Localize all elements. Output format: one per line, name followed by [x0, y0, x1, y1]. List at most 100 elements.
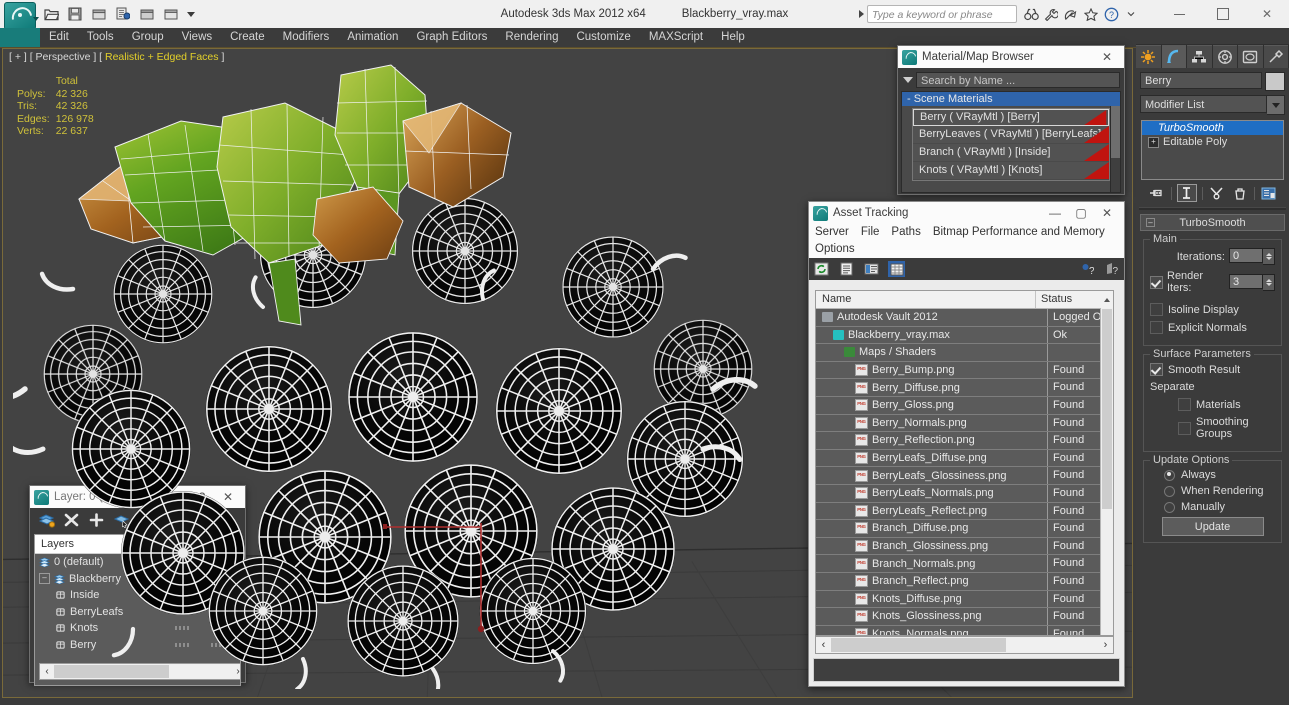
- search-input[interactable]: Type a keyword or phrase: [867, 5, 1017, 23]
- table-row[interactable]: Knots_Diffuse.pngFound: [816, 590, 1113, 609]
- hierarchy-tab[interactable]: [1187, 45, 1212, 68]
- column-header-status[interactable]: Status: [1036, 291, 1101, 308]
- max-application-logo-icon[interactable]: [4, 2, 37, 32]
- table-row[interactable]: Berry_Bump.pngFound: [816, 361, 1113, 380]
- list-view-icon[interactable]: [838, 261, 855, 277]
- undo-icon[interactable]: [88, 3, 110, 25]
- table-row[interactable]: Knots_Glossiness.pngFound: [816, 608, 1113, 626]
- table-row[interactable]: Branch_Diffuse.pngFound: [816, 520, 1113, 538]
- table-row[interactable]: BerryLeafs_Glossiness.pngFound: [816, 467, 1113, 485]
- menu-item-maxscript[interactable]: MAXScript: [640, 28, 712, 47]
- material-item-branch[interactable]: Branch ( VRayMtl ) [Inside]: [913, 144, 1109, 162]
- at-menu-file[interactable]: File: [861, 224, 880, 241]
- table-row[interactable]: Branch_Reflect.pngFound: [816, 572, 1113, 591]
- table-row[interactable]: BerryLeafs_Normals.pngFound: [816, 484, 1113, 503]
- table-row[interactable]: Berry_Gloss.pngFound: [816, 396, 1113, 415]
- modifier-list-dropdown[interactable]: Modifier List: [1140, 95, 1267, 113]
- material-item-berryleaves[interactable]: BerryLeaves ( VRayMtl ) [BerryLeafs]: [913, 126, 1109, 144]
- chevron-down-icon[interactable]: [1267, 95, 1285, 115]
- update-manually-row[interactable]: Manually: [1150, 501, 1275, 513]
- table-row[interactable]: Blackberry_vray.max Ok: [816, 326, 1113, 345]
- column-header-name[interactable]: Name: [816, 291, 1036, 308]
- scene-materials-list[interactable]: - Scene Materials Berry ( VRayMtl ) [Ber…: [901, 91, 1121, 193]
- smooth-result-checkbox[interactable]: [1150, 363, 1163, 376]
- material-item-berry[interactable]: Berry ( VRayMtl ) [Berry]: [913, 109, 1109, 126]
- redo-icon[interactable]: [112, 3, 134, 25]
- minimize-button[interactable]: [1157, 0, 1201, 28]
- update-when-rendering-radio[interactable]: [1164, 485, 1175, 497]
- update-always-radio[interactable]: [1164, 469, 1175, 481]
- material-browser-close-button[interactable]: ✕: [1094, 46, 1120, 68]
- refresh-icon[interactable]: [813, 261, 830, 277]
- detail-view-icon[interactable]: [863, 261, 880, 277]
- at-menu-server[interactable]: Server: [815, 224, 849, 241]
- scrollbar-thumb[interactable]: [1111, 106, 1120, 158]
- separate-smoothing-groups-checkbox[interactable]: [1178, 421, 1191, 435]
- scrollbar-thumb[interactable]: [1102, 309, 1112, 509]
- at-menu-bitmap-performance[interactable]: Bitmap Performance and Memory: [933, 224, 1105, 241]
- qat-customize-chevron-icon[interactable]: [184, 3, 198, 25]
- at-menu-options[interactable]: Options: [815, 241, 855, 258]
- asset-tracking-minimize-button[interactable]: —: [1042, 202, 1068, 224]
- iterations-spin-arrows[interactable]: [1263, 248, 1275, 265]
- asset-tracking-maximize-button[interactable]: ▢: [1068, 202, 1094, 224]
- favorites-star-icon[interactable]: [1083, 6, 1099, 22]
- table-row[interactable]: BerryLeafs_Diffuse.pngFound: [816, 449, 1113, 468]
- menu-item-group[interactable]: Group: [123, 28, 173, 47]
- binoculars-icon[interactable]: [1023, 6, 1039, 22]
- app-menu-chevron-icon[interactable]: [33, 17, 39, 21]
- table-row[interactable]: Berry_Normals.pngFound: [816, 414, 1113, 433]
- explicit-normals-checkbox[interactable]: [1150, 321, 1163, 334]
- satellite-dish-icon[interactable]: [1063, 6, 1079, 22]
- expand-icon[interactable]: +: [1148, 136, 1159, 148]
- subscription-wrench-icon[interactable]: [1043, 6, 1059, 22]
- update-button[interactable]: Update: [1161, 517, 1264, 536]
- create-tab[interactable]: [1136, 45, 1161, 68]
- menu-item-tools[interactable]: Tools: [78, 28, 123, 47]
- material-search-input[interactable]: Search by Name ...: [916, 72, 1120, 88]
- pin-stack-icon[interactable]: [1148, 185, 1166, 201]
- close-button[interactable]: ✕: [1245, 0, 1289, 28]
- set-project-folder-icon[interactable]: [160, 3, 182, 25]
- transform-gizmo[interactable]: [373, 511, 533, 671]
- scrollbar-thumb[interactable]: [831, 638, 1006, 652]
- hscroll-track[interactable]: [831, 638, 1098, 652]
- asset-list-hscrollbar[interactable]: ‹ ›: [815, 636, 1114, 654]
- render-iters-checkbox[interactable]: [1150, 275, 1163, 289]
- make-unique-icon[interactable]: [1208, 185, 1226, 201]
- turbosmooth-rollout-header[interactable]: – TurboSmooth: [1140, 214, 1285, 231]
- menu-item-views[interactable]: Views: [173, 28, 221, 47]
- menu-item-edit[interactable]: Edit: [40, 28, 78, 47]
- isoline-display-checkbox[interactable]: [1150, 303, 1163, 316]
- scroll-right-icon[interactable]: ›: [1098, 638, 1113, 652]
- asset-tracking-window[interactable]: Asset Tracking — ▢ ✕ Server File Paths B…: [808, 201, 1125, 687]
- remove-modifier-icon[interactable]: [1231, 185, 1249, 201]
- asset-tracking-title-bar[interactable]: Asset Tracking — ▢ ✕: [809, 202, 1124, 224]
- configure-modifier-sets-icon[interactable]: [1260, 185, 1278, 201]
- asset-tracking-close-button[interactable]: ✕: [1094, 202, 1120, 224]
- menu-item-customize[interactable]: Customize: [567, 28, 639, 47]
- table-row[interactable]: Knots_Normals.pngFound: [816, 625, 1113, 635]
- render-iters-spin-arrows[interactable]: [1263, 273, 1275, 291]
- iterations-value[interactable]: 0: [1229, 248, 1263, 263]
- modifier-stack[interactable]: TurboSmooth + Editable Poly: [1141, 120, 1284, 180]
- asset-list-grid[interactable]: Name Status Autodesk Vault 2012 Logged Ou…: [815, 290, 1114, 636]
- menu-item-help[interactable]: Help: [712, 28, 754, 47]
- table-row[interactable]: Berry_Reflection.pngFound: [816, 432, 1113, 450]
- scroll-left-icon[interactable]: ‹: [816, 638, 831, 652]
- at-menu-paths[interactable]: Paths: [891, 224, 920, 241]
- utilities-tab[interactable]: [1263, 45, 1288, 68]
- update-manually-radio[interactable]: [1164, 501, 1175, 513]
- scene-materials-group-header[interactable]: - Scene Materials: [902, 92, 1120, 106]
- menu-item-modifiers[interactable]: Modifiers: [274, 28, 339, 47]
- menu-item-graph-editors[interactable]: Graph Editors: [407, 28, 496, 47]
- help-icon[interactable]: ?: [1078, 261, 1095, 277]
- material-item-knots[interactable]: Knots ( VRayMtl ) [Knots]: [913, 162, 1109, 180]
- stack-item-turbosmooth[interactable]: TurboSmooth: [1142, 121, 1283, 135]
- stack-item-editable-poly[interactable]: + Editable Poly: [1142, 135, 1283, 149]
- help-dropdown-icon[interactable]: [1123, 6, 1139, 22]
- maximize-button[interactable]: [1201, 0, 1245, 28]
- object-name-field[interactable]: Berry: [1140, 72, 1262, 89]
- render-iters-value[interactable]: 3: [1229, 273, 1263, 289]
- update-when-rendering-row[interactable]: When Rendering: [1150, 485, 1275, 497]
